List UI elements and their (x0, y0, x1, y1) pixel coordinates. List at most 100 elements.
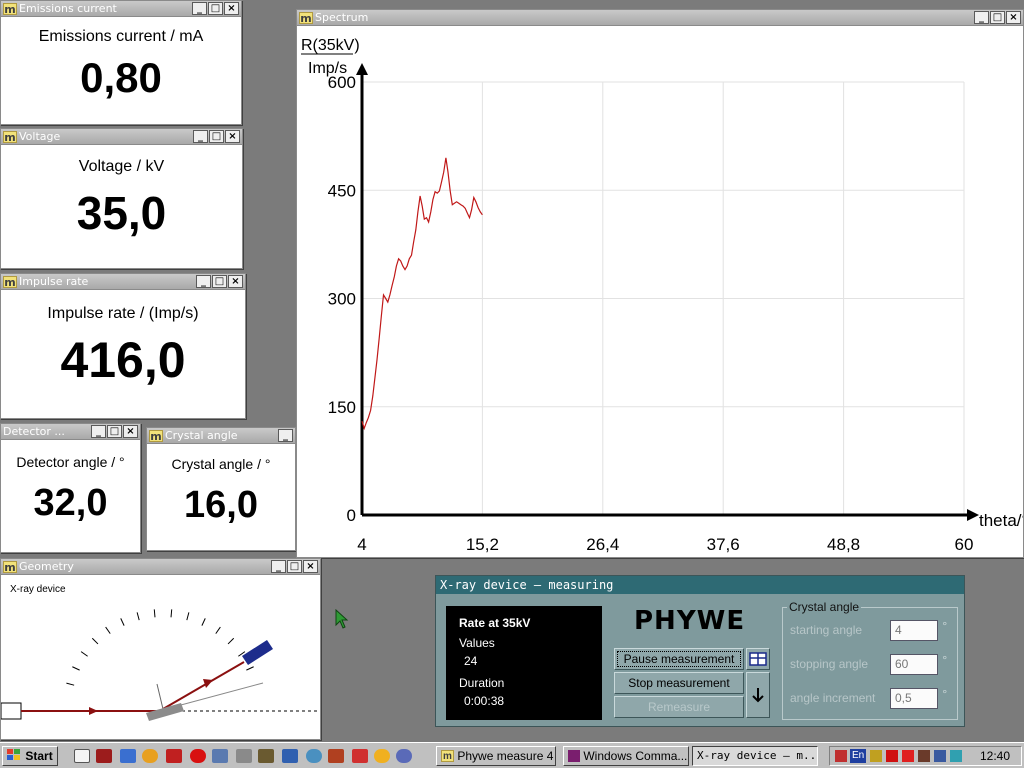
outlook-icon[interactable] (120, 749, 136, 763)
starting-angle-input[interactable]: 4 (890, 620, 938, 641)
scale-tick (136, 612, 140, 621)
task-xray-device[interactable]: X-ray device – m... (692, 746, 818, 766)
table-icon (749, 652, 767, 666)
values-count: 24 (464, 654, 478, 668)
close-button[interactable]: × (225, 130, 240, 143)
scale-tick (153, 609, 156, 618)
voltage-value: 35,0 (76, 187, 167, 239)
measuring-dialog[interactable]: X-ray device – measuring Rate at 35kV Va… (435, 575, 965, 727)
emissions-current-window[interactable]: m Emissions current _ □ × Emissions curren… (0, 0, 242, 125)
start-label: Start (25, 749, 53, 763)
window-title: Emissions current (19, 2, 117, 15)
table-view-button[interactable] (746, 648, 770, 670)
scale-tick (227, 637, 235, 645)
x-axis-label: theta/° (979, 511, 1023, 530)
start-button[interactable]: Start (2, 746, 58, 766)
language-indicator[interactable]: En (850, 749, 867, 763)
task-phywe-measure[interactable]: m Phywe measure 4 (436, 746, 556, 766)
geometry-titlebar[interactable]: m Geometry _ □ × (1, 559, 320, 575)
pause-measurement-button[interactable]: Pause measurement (614, 648, 744, 670)
crystal-angle-group-label: Crystal angle (789, 600, 860, 614)
emissions-current-titlebar[interactable]: m Emissions current _ □ × (1, 1, 241, 17)
x-axis-arrow (967, 509, 979, 521)
app-m-icon: m (149, 430, 163, 443)
tray-network-icon[interactable] (918, 750, 930, 762)
spectrum-titlebar[interactable]: m Spectrum _ □ × (297, 10, 1023, 26)
window-title: Detector ... (3, 425, 65, 438)
maximize-button[interactable]: □ (107, 425, 122, 438)
notepad-icon[interactable] (74, 749, 90, 763)
impulse-rate-label: Impulse rate / (Imp/s) (47, 305, 199, 322)
scale-tick (80, 651, 88, 657)
arrow-down-icon (752, 688, 764, 703)
tray-ati-icon[interactable] (886, 750, 898, 762)
scale-tick (186, 612, 190, 621)
network-icon[interactable] (306, 749, 322, 763)
voltage-window[interactable]: m Voltage _ □ × Voltage / kV 35,0 (0, 128, 243, 269)
tools-icon[interactable] (258, 749, 274, 763)
tray-pen-icon[interactable] (870, 750, 882, 762)
stopping-angle-input[interactable]: 60 (890, 654, 938, 675)
pdf-icon[interactable] (352, 749, 368, 763)
minimize-button[interactable]: _ (196, 275, 211, 288)
x-tick-label: 60 (955, 535, 974, 554)
duration-value: 0:00:38 (464, 694, 505, 708)
minimize-button[interactable]: _ (91, 425, 106, 438)
close-button[interactable]: × (224, 2, 239, 15)
beam-arrow (89, 707, 98, 715)
maximize-button[interactable]: □ (287, 560, 302, 573)
close-button[interactable]: × (1006, 11, 1021, 24)
media-player-icon[interactable] (142, 749, 158, 763)
close-button[interactable]: × (303, 560, 318, 573)
maximize-button[interactable]: □ (208, 2, 223, 15)
tray-volume-icon[interactable] (934, 750, 946, 762)
maximize-button[interactable]: □ (209, 130, 224, 143)
starting-angle-label: starting angle (790, 623, 863, 637)
crystal-angle-titlebar[interactable]: m Crystal angle _ (147, 428, 295, 444)
spectrum-window[interactable]: m Spectrum _ □ × 4 15,2 26,4 37,6 48,8 60 600 450… (296, 9, 1024, 558)
impulse-rate-window[interactable]: m Impulse rate _ □ × Impulse rate / (Imp/s… (0, 273, 246, 419)
scale-tick (91, 637, 99, 645)
download-arrow-button[interactable] (746, 672, 770, 718)
measurement-info-panel: Rate at 35kV Values 24 Duration 0:00:38 (446, 606, 602, 720)
remeasure-button[interactable]: Remeasure (614, 696, 744, 718)
house-icon[interactable] (328, 749, 344, 763)
voltage-titlebar[interactable]: m Voltage _ □ × (1, 129, 242, 145)
stop-measurement-button[interactable]: Stop measurement (614, 672, 744, 694)
minimize-button[interactable]: _ (193, 130, 208, 143)
tray-flash-icon[interactable] (902, 750, 914, 762)
minimize-button[interactable]: _ (271, 560, 286, 573)
pen-icon[interactable] (282, 749, 298, 763)
window-icon[interactable] (212, 749, 228, 763)
task-windows-command[interactable]: Windows Comma... (563, 746, 689, 766)
maximize-button[interactable]: □ (212, 275, 227, 288)
impulse-rate-value: 416,0 (60, 332, 186, 388)
crystal-angle-window[interactable]: m Crystal angle _ Crystal angle / ° 16,0 (146, 427, 296, 551)
maximize-button[interactable]: □ (990, 11, 1005, 24)
opera-icon[interactable] (190, 749, 206, 763)
y-axis-label-top: R(35kV) (301, 37, 360, 54)
close-button[interactable]: × (228, 275, 243, 288)
close-button[interactable]: × (123, 425, 138, 438)
geometry-window[interactable]: m Geometry _ □ × X-ray device (0, 558, 321, 740)
minimize-button[interactable]: _ (974, 11, 989, 24)
tray-monitor-icon[interactable] (950, 750, 962, 762)
system-tray: En 12:40 (829, 746, 1022, 766)
minimize-button[interactable]: _ (278, 429, 293, 442)
detector-angle-window[interactable]: Detector ... _ □ × Detector angle / ° 32,0 (0, 423, 141, 553)
detector-angle-value: 32,0 (33, 482, 108, 524)
phywe-logo: PHYWE (634, 606, 746, 636)
app-m-icon: m (441, 749, 454, 762)
angle-increment-input[interactable]: 0,5 (890, 688, 938, 709)
terminal-icon[interactable] (236, 749, 252, 763)
minimize-button[interactable]: _ (192, 2, 207, 15)
app-m-icon: m (3, 131, 17, 144)
php-icon[interactable] (396, 749, 412, 763)
sun-icon[interactable] (374, 749, 390, 763)
app-red-icon[interactable] (166, 749, 182, 763)
tray-app-icon[interactable] (835, 750, 847, 762)
save-icon[interactable] (96, 749, 112, 763)
detector-angle-label: Detector angle / ° (16, 454, 125, 470)
impulse-rate-titlebar[interactable]: m Impulse rate _ □ × (1, 274, 245, 290)
detector-angle-titlebar[interactable]: Detector ... _ □ × (1, 424, 140, 440)
